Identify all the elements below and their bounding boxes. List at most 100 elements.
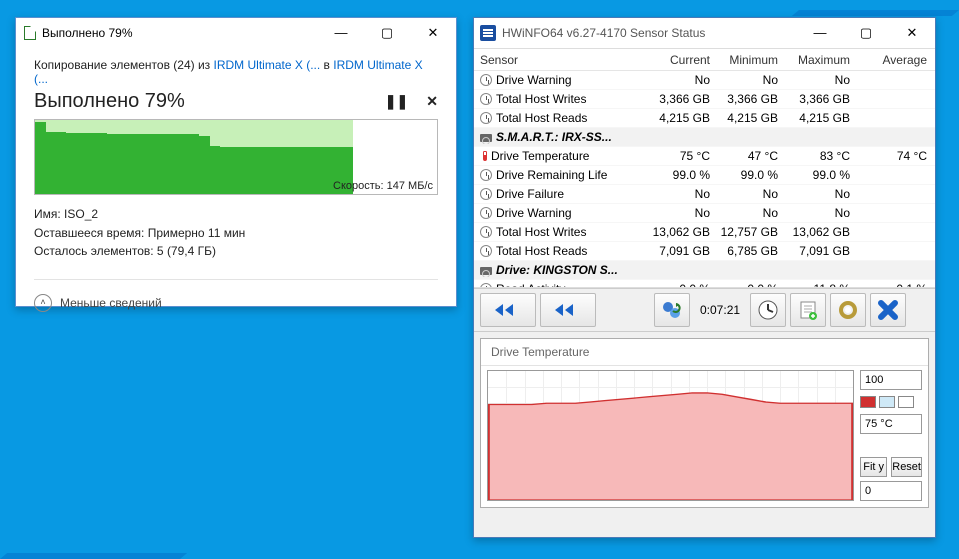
maximize-button[interactable]: ▢ [364, 18, 410, 48]
log-button[interactable] [790, 293, 826, 327]
refresh-button[interactable] [654, 293, 690, 327]
sensor-value: 3,366 GB [778, 92, 850, 106]
sensor-value: 74 °C [850, 149, 927, 163]
sensor-value: 83 °C [778, 149, 850, 163]
sensor-value: 13,062 GB [644, 225, 710, 239]
sensor-value: 99.0 % [778, 168, 850, 182]
speed-label: Скорость: 147 МБ/с [333, 180, 433, 192]
toolbar: 0:07:21 [474, 288, 935, 332]
clock-icon [480, 74, 492, 86]
sensor-value: 6,785 GB [710, 244, 778, 258]
current-value-field[interactable]: 75 °C [860, 414, 922, 434]
series-swatch-white[interactable] [898, 396, 914, 408]
sensor-row[interactable]: Total Host Reads 7,091 GB6,785 GB7,091 GB [474, 242, 935, 261]
hwinfo-icon [480, 25, 496, 41]
drive-temperature-panel: Drive Temperature 100 75 °C Fit y Reset … [480, 338, 929, 508]
sensor-name: S.M.A.R.T.: IRX-SS... [496, 130, 612, 144]
fewer-details-toggle[interactable]: ˄ Меньше сведений [34, 279, 438, 312]
sensor-name: Drive: KINGSTON S... [496, 263, 618, 277]
sensor-value: No [644, 187, 710, 201]
sensor-value: 7,091 GB [778, 244, 850, 258]
sensor-row[interactable]: Drive WarningNoNoNo [474, 204, 935, 223]
sensor-row[interactable]: Drive FailureNoNoNo [474, 185, 935, 204]
clock-icon [480, 188, 492, 200]
fewer-details-label: Меньше сведений [60, 296, 162, 310]
expand-left-button[interactable] [480, 293, 536, 327]
reset-button[interactable]: Reset [891, 457, 922, 477]
clock-button[interactable] [750, 293, 786, 327]
progress-heading: Выполнено 79% [34, 90, 185, 113]
sensor-value: 12,757 GB [710, 225, 778, 239]
clock-icon [480, 169, 492, 181]
copy-source-line: Копирование элементов (24) из IRDM Ultim… [34, 58, 438, 86]
close-button[interactable]: ✕ [889, 18, 935, 48]
sensor-row[interactable]: Total Host Writes3,366 GB3,366 GB3,366 G… [474, 90, 935, 109]
cancel-button[interactable]: ✕ [426, 93, 438, 110]
y-max-field[interactable]: 100 [860, 370, 922, 390]
therm-icon [483, 151, 487, 161]
sensor-row[interactable]: Read Activity0.0 %0.0 %11.8 %0.1 % [474, 280, 935, 288]
maximize-button[interactable]: ▢ [843, 18, 889, 48]
sensor-row[interactable]: Drive Temperature75 °C47 °C83 °C74 °C [474, 147, 935, 166]
window-title: Выполнено 79% [42, 26, 318, 40]
throughput-chart: Скорость: 147 МБ/с [34, 119, 438, 195]
clock-icon [480, 245, 492, 257]
series-swatch-red[interactable] [860, 396, 876, 408]
window-controls: — ▢ ✕ [797, 18, 935, 48]
sensor-row[interactable]: Drive Remaining Life99.0 %99.0 %99.0 % [474, 166, 935, 185]
sensor-name: Total Host Reads [496, 244, 587, 258]
series-swatch-light[interactable] [879, 396, 895, 408]
window-title: HWiNFO64 v6.27-4170 Sensor Status [502, 26, 797, 40]
sensor-table[interactable]: Sensor Current Minimum Maximum Average D… [474, 48, 935, 288]
sensor-name: Total Host Writes [496, 225, 586, 239]
sensor-group[interactable]: Drive: KINGSTON S... [474, 261, 935, 280]
sensor-group[interactable]: S.M.A.R.T.: IRX-SS... [474, 128, 935, 147]
window-controls: — ▢ ✕ [318, 18, 456, 48]
sensor-value: No [778, 73, 850, 87]
sensor-value: No [710, 187, 778, 201]
sensor-value: 3,366 GB [710, 92, 778, 106]
fit-y-button[interactable]: Fit y [860, 457, 887, 477]
drive-icon [480, 134, 492, 142]
y-min-field[interactable]: 0 [860, 481, 922, 501]
sensor-row[interactable]: Drive WarningNoNoNo [474, 71, 935, 90]
sensor-name: Drive Warning [496, 73, 572, 87]
sensor-value: 75 °C [644, 149, 710, 163]
elapsed-time: 0:07:21 [700, 303, 740, 317]
minimize-button[interactable]: — [318, 18, 364, 48]
sensor-value: 7,091 GB [644, 244, 710, 258]
sensor-value: 3,366 GB [644, 92, 710, 106]
settings-button[interactable] [830, 293, 866, 327]
sensor-row[interactable]: Total Host Writes 13,062 GB12,757 GB13,06… [474, 223, 935, 242]
sensor-value: 99.0 % [710, 168, 778, 182]
clock-icon [480, 93, 492, 105]
pause-button[interactable]: ❚❚ [385, 93, 408, 110]
sensor-value: No [778, 187, 850, 201]
source-link[interactable]: IRDM Ultimate X (... [214, 58, 321, 72]
clock-icon [480, 226, 492, 238]
time-remaining-line: Оставшееся время: Примерно 11 мин [34, 224, 438, 243]
close-button[interactable]: ✕ [410, 18, 456, 48]
clock-icon [480, 112, 492, 124]
panel-title: Drive Temperature [481, 339, 928, 366]
titlebar[interactable]: HWiNFO64 v6.27-4170 Sensor Status — ▢ ✕ [474, 18, 935, 48]
minimize-button[interactable]: — [797, 18, 843, 48]
hwinfo-window: HWiNFO64 v6.27-4170 Sensor Status — ▢ ✕ … [473, 17, 936, 538]
expand-right-button[interactable] [540, 293, 596, 327]
titlebar[interactable]: Выполнено 79% — ▢ ✕ [16, 18, 456, 48]
sensor-value: 4,215 GB [644, 111, 710, 125]
sensor-value: 4,215 GB [778, 111, 850, 125]
sensor-name: Drive Remaining Life [496, 168, 607, 182]
close-sensors-button[interactable] [870, 293, 906, 327]
sensor-value: 13,062 GB [778, 225, 850, 239]
file-name-line: Имя: ISO_2 [34, 205, 438, 224]
sensor-row[interactable]: Total Host Reads4,215 GB4,215 GB4,215 GB [474, 109, 935, 128]
temperature-chart [487, 370, 854, 501]
chevron-up-icon: ˄ [34, 294, 52, 312]
file-copy-dialog: Выполнено 79% — ▢ ✕ Копирование элементо… [15, 17, 457, 307]
sensor-value: 4,215 GB [710, 111, 778, 125]
clock-icon [480, 207, 492, 219]
sensor-value: No [644, 73, 710, 87]
drive-icon [480, 267, 492, 275]
sensor-name: Drive Temperature [491, 149, 589, 163]
